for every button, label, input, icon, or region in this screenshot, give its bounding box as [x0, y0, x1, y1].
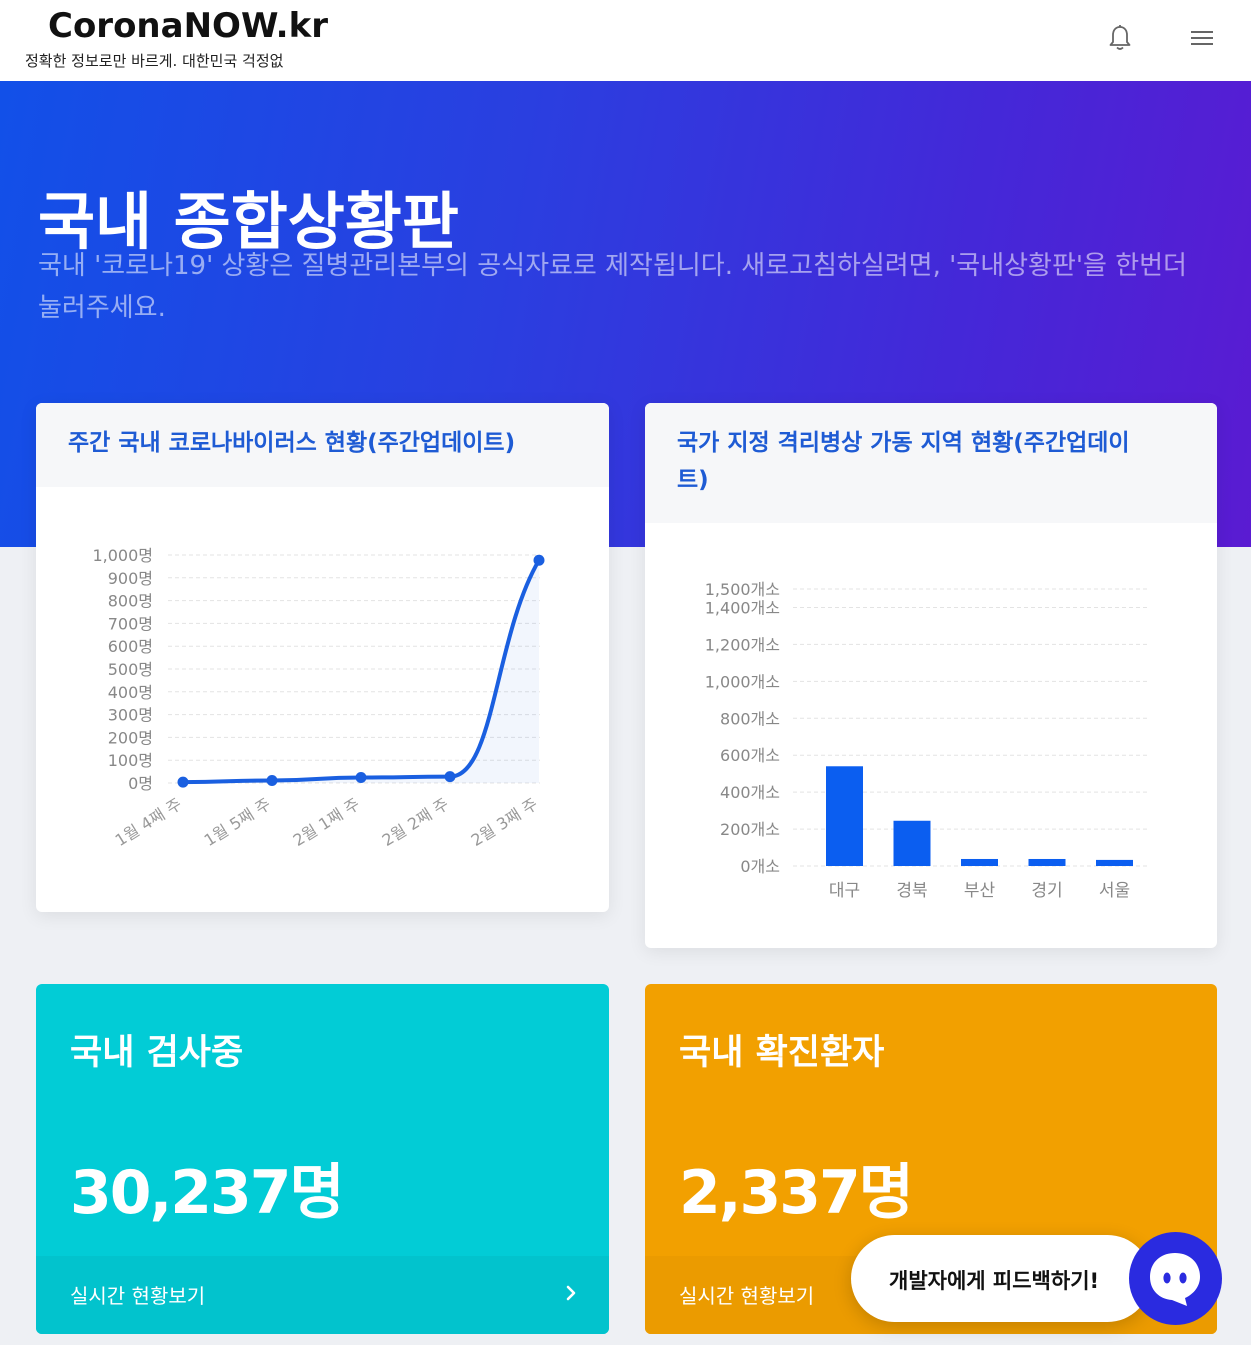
site-tagline: 정확한 정보로만 바르게. 대한민국 걱정없	[25, 52, 284, 70]
series-area	[183, 560, 539, 783]
bar	[1028, 858, 1066, 866]
bar	[826, 766, 863, 866]
y-tick-label: 800개소	[720, 709, 780, 728]
bell-icon[interactable]	[1104, 22, 1136, 54]
x-tick-label: 2월 1째 주	[290, 794, 363, 850]
isolation-beds-title-line2: 트)	[677, 467, 709, 493]
testing-stat-title: 국내 검사중	[70, 1033, 244, 1073]
y-tick-label: 1,000명	[92, 546, 153, 565]
x-tick-label: 경기	[1031, 881, 1062, 901]
chat-button[interactable]	[1129, 1232, 1222, 1325]
weekly-cases-title: 주간 국내 코로나바이러스 현황(주간업데이트)	[36, 403, 609, 487]
isolation-beds-title-line1: 국가 지정 격리병상 가동 지역 현황(주간업데이	[677, 430, 1130, 456]
y-tick-label: 1,400개소	[705, 598, 780, 617]
weekly-cases-card: 주간 국내 코로나바이러스 현황(주간업데이트) 0명 100명 200명 300명 4…	[36, 403, 609, 912]
y-tick-label: 200개소	[720, 820, 780, 839]
y-tick-label: 200명	[108, 728, 153, 747]
y-tick-label: 400개소	[720, 783, 780, 802]
y-tick-label: 1,200개소	[705, 635, 780, 654]
weekly-cases-chart: 0명 100명 200명 300명 400명 500명 600명 700명 800명 900명 1,…	[92, 546, 545, 850]
data-point	[444, 771, 456, 783]
y-tick-label: 600개소	[720, 746, 780, 765]
x-tick-label: 부산	[964, 881, 996, 901]
y-tick-label: 900명	[108, 569, 153, 588]
isolation-beds-chart: 0개소 200개소 400개소 600개소 800개소 1,000개소 1,200개소 1,4…	[705, 580, 1150, 901]
y-tick-label: 400명	[108, 683, 153, 702]
y-tick-label: 1,500개소	[705, 580, 780, 599]
y-tick-label: 600명	[108, 637, 153, 656]
testing-stat-footer[interactable]: 실시간 현황보기	[36, 1256, 609, 1334]
x-tick-label: 서울	[1099, 881, 1130, 901]
chevron-right-icon[interactable]	[565, 1282, 579, 1310]
bar	[1096, 859, 1133, 866]
data-point	[533, 554, 545, 566]
confirmed-realtime-link[interactable]: 실시간 현황보기	[679, 1280, 814, 1309]
confirmed-stat-value: 2,337명	[679, 1158, 914, 1228]
y-tick-label: 100명	[108, 751, 153, 770]
bar	[961, 858, 998, 866]
confirmed-stat-title: 국내 확진환자	[679, 1033, 885, 1073]
y-tick-label: 1,000개소	[705, 672, 780, 691]
page-description: 국내 '코로나19' 상황은 질병관리본부의 공식자료로 제작됩니다. 새로고침…	[38, 251, 1187, 323]
testing-realtime-link[interactable]: 실시간 현황보기	[70, 1280, 205, 1309]
y-tick-label: 800명	[108, 592, 153, 611]
x-tick-label: 1월 5째 주	[201, 794, 274, 850]
testing-stat-value: 30,237명	[70, 1158, 345, 1228]
x-tick-label: 대구	[829, 881, 860, 901]
isolation-beds-title: 국가 지정 격리병상 가동 지역 현황(주간업데이 트)	[645, 403, 1217, 523]
top-bar: CoronaNOW.kr 정확한 정보로만 바르게. 대한민국 걱정없	[0, 0, 1251, 81]
y-tick-label: 500명	[108, 660, 153, 679]
x-tick-label: 1월 4째 주	[112, 794, 185, 850]
menu-icon[interactable]	[1186, 22, 1218, 54]
y-tick-label: 0명	[128, 774, 153, 793]
y-tick-label: 300명	[108, 706, 153, 725]
feedback-button[interactable]: 개발자에게 피드백하기!	[851, 1235, 1151, 1322]
isolation-beds-card: 국가 지정 격리병상 가동 지역 현황(주간업데이 트) 0개소 200개소 400…	[645, 403, 1217, 948]
data-point	[355, 772, 367, 784]
y-tick-label: 700명	[108, 614, 153, 633]
testing-stat-card: 국내 검사중 30,237명 실시간 현황보기	[36, 984, 609, 1334]
data-point	[177, 776, 189, 788]
x-tick-label: 2월 3째 주	[468, 794, 541, 850]
data-point	[266, 774, 278, 786]
site-logo[interactable]: CoronaNOW.kr	[48, 6, 328, 46]
y-tick-label: 0개소	[740, 857, 780, 876]
chat-icon	[1150, 1253, 1200, 1306]
bar	[893, 820, 931, 866]
x-tick-label: 경북	[896, 881, 927, 901]
feedback-label: 개발자에게 피드백하기!	[889, 1269, 1100, 1293]
x-tick-label: 2월 2째 주	[379, 794, 452, 850]
